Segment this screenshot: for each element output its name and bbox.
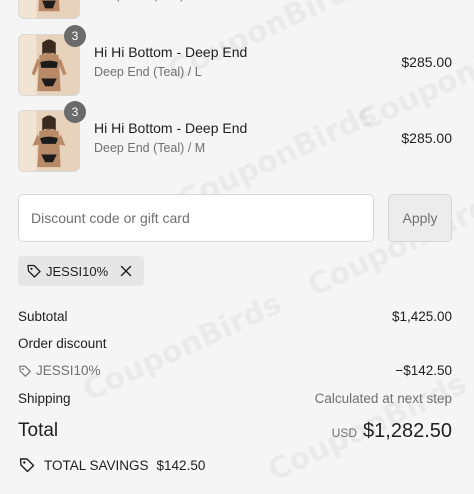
total-value: $1,282.50 — [363, 420, 452, 442]
shipping-label: Shipping — [18, 391, 71, 406]
subtotal-value: $1,425.00 — [391, 309, 452, 324]
line-item: 3 Hi Hi Bottom - Deep End Deep End (Teal… — [18, 25, 452, 98]
order-discount-label: Order discount — [18, 336, 107, 351]
tag-icon — [19, 365, 31, 377]
total-row: Total USD $1,282.50 — [18, 420, 452, 446]
item-variant: Deep End (Teal) / M — [94, 141, 206, 155]
total-label: Total — [18, 420, 59, 441]
quantity-badge: 3 — [64, 25, 86, 47]
product-thumbnail — [18, 0, 80, 19]
discount-code-input[interactable] — [18, 194, 374, 242]
savings-label: TOTAL SAVINGS — [44, 457, 149, 473]
applied-discount-chip: JESSI10% — [18, 256, 144, 286]
remove-discount-icon[interactable] — [118, 263, 134, 279]
tag-icon — [19, 458, 35, 473]
item-variant: Deep End (Teal) / XL — [94, 0, 210, 2]
item-price: $285.00 — [401, 54, 452, 70]
line-item: Deep End (Teal) / XL — [18, 0, 452, 21]
item-price: $285.00 — [401, 130, 452, 146]
item-name: Hi Hi Bottom - Deep End — [94, 44, 248, 60]
shipping-value: Calculated at next step — [314, 391, 452, 406]
savings-value: $142.50 — [156, 457, 206, 473]
subtotal-label: Subtotal — [18, 309, 68, 324]
item-variant: Deep End (Teal) / L — [94, 65, 202, 79]
total-value-group: USD $1,282.50 — [332, 420, 452, 443]
currency-code: USD — [331, 426, 358, 440]
quantity-badge: 3 — [64, 101, 86, 123]
discount-code-label: JESSI10% — [36, 363, 101, 378]
line-item: 3 Hi Hi Bottom - Deep End Deep End (Teal… — [18, 101, 452, 174]
discount-code-line: JESSI10% — [18, 363, 101, 378]
tag-icon — [27, 264, 41, 278]
apply-button[interactable]: Apply — [388, 194, 452, 242]
discount-value: −$142.50 — [395, 363, 452, 378]
item-name: Hi Hi Bottom - Deep End — [94, 120, 248, 136]
order-summary: Deep End (Teal) / XL 3 Hi Hi Bottom - De… — [18, 0, 452, 494]
total-savings: TOTAL SAVINGS $142.50 — [18, 456, 205, 474]
applied-code-label: JESSI10% — [46, 263, 109, 279]
